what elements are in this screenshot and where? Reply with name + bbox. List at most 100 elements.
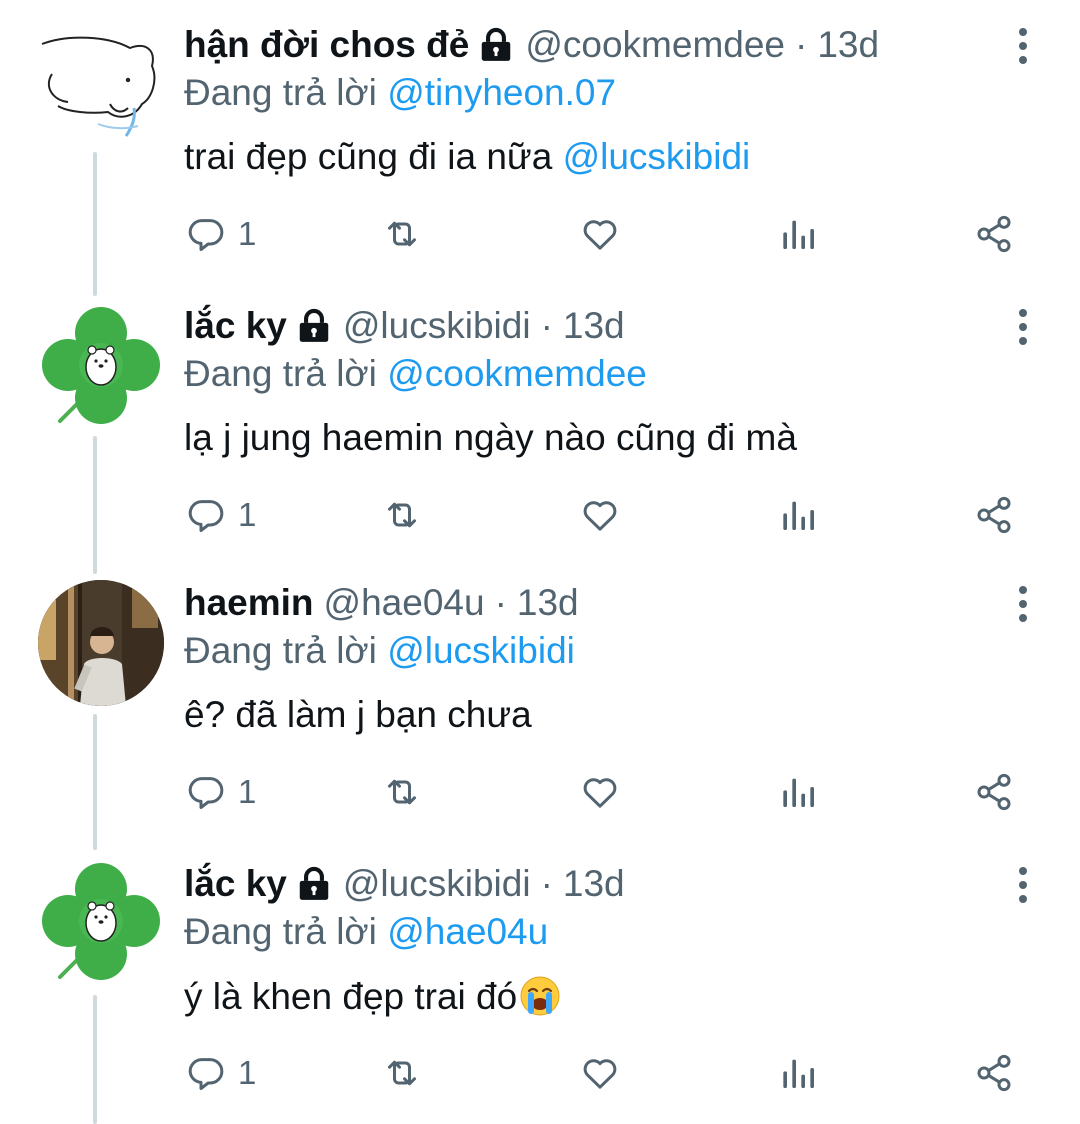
tweet-text-content: ý là khen đẹp trai đó xyxy=(184,976,518,1017)
more-options-icon[interactable] xyxy=(1006,307,1040,347)
retweet-button[interactable] xyxy=(382,1051,422,1095)
share-button[interactable] xyxy=(974,212,1014,256)
retweet-button[interactable] xyxy=(382,493,422,537)
separator: · xyxy=(540,863,553,904)
reply-button[interactable]: 1 xyxy=(186,1051,256,1095)
reply-count: 1 xyxy=(238,496,257,533)
views-button[interactable] xyxy=(778,1051,818,1095)
tweet-text: trai đẹp cũng đi ia nữa @lucskibidi xyxy=(184,136,750,178)
replying-to-label: Đang trả lời xyxy=(184,630,377,671)
replying-to-label: Đang trả lời xyxy=(184,353,377,394)
more-options-icon[interactable] xyxy=(1006,584,1040,624)
replying-to: Đang trả lời @cookmemdee xyxy=(184,353,647,395)
avatar[interactable] xyxy=(38,20,164,146)
timestamp[interactable]: 13d xyxy=(563,863,625,905)
reply-button[interactable]: 1 xyxy=(186,212,256,256)
reply-count: 1 xyxy=(238,1054,257,1091)
replying-to: Đang trả lời @hae04u xyxy=(184,911,548,953)
bar-chart-icon xyxy=(778,495,818,535)
heart-icon xyxy=(580,1053,620,1093)
avatar[interactable] xyxy=(38,303,164,429)
share-icon xyxy=(974,1053,1014,1093)
share-button[interactable] xyxy=(974,493,1014,537)
heart-icon xyxy=(580,495,620,535)
separator: · xyxy=(795,24,808,65)
tweet-text-content: lạ j jung haemin ngày nào cũng đi mà xyxy=(184,417,797,458)
action-bar: 1 xyxy=(186,1051,1026,1095)
like-button[interactable] xyxy=(580,770,620,814)
text-mention-link[interactable]: @lucskibidi xyxy=(563,136,751,177)
tweet[interactable]: haemin @hae04u · 13d Đang trả lời @lucsk… xyxy=(0,558,1080,838)
avatar[interactable] xyxy=(38,580,164,706)
tweet[interactable]: lắc ky @lucskibidi · 13d Đang trả lời @h… xyxy=(0,839,1080,1119)
like-button[interactable] xyxy=(580,1051,620,1095)
retweet-icon xyxy=(382,1053,422,1093)
reply-count: 1 xyxy=(238,773,257,810)
separator: · xyxy=(540,305,553,346)
retweet-icon xyxy=(382,495,422,535)
share-icon xyxy=(974,495,1014,535)
bar-chart-icon xyxy=(778,1053,818,1093)
display-name[interactable]: hận đời chos đẻ xyxy=(184,24,469,66)
timestamp[interactable]: 13d xyxy=(517,582,579,624)
share-icon xyxy=(974,772,1014,812)
views-button[interactable] xyxy=(778,770,818,814)
avatar[interactable] xyxy=(38,859,164,985)
tweet-text: ý là khen đẹp trai đó xyxy=(184,975,561,1018)
timestamp[interactable]: 13d xyxy=(563,305,625,347)
lock-icon xyxy=(295,865,333,903)
tweet-text-content: trai đẹp cũng đi ia nữa xyxy=(184,136,553,177)
share-button[interactable] xyxy=(974,1051,1014,1095)
crying-face-emoji xyxy=(519,975,561,1017)
heart-icon xyxy=(580,214,620,254)
replying-to-label: Đang trả lời xyxy=(184,72,377,113)
user-handle[interactable]: @cookmemdee xyxy=(525,24,785,66)
more-options-icon[interactable] xyxy=(1006,865,1040,905)
display-name[interactable]: lắc ky xyxy=(184,863,287,905)
reply-button[interactable]: 1 xyxy=(186,770,256,814)
views-button[interactable] xyxy=(778,493,818,537)
reply-icon xyxy=(186,772,226,812)
tweet-text: ê? đã làm j bạn chưa xyxy=(184,694,532,736)
user-handle[interactable]: @lucskibidi xyxy=(343,305,531,347)
more-options-icon[interactable] xyxy=(1006,26,1040,66)
separator: · xyxy=(494,582,507,623)
lock-icon xyxy=(295,307,333,345)
replying-to: Đang trả lời @lucskibidi xyxy=(184,630,575,672)
replying-to-mention[interactable]: @cookmemdee xyxy=(387,353,647,394)
tweet-text: lạ j jung haemin ngày nào cũng đi mà xyxy=(184,417,797,459)
reply-icon xyxy=(186,214,226,254)
action-bar: 1 xyxy=(186,212,1026,256)
tweet[interactable]: lắc ky @lucskibidi · 13d Đang trả lời @c… xyxy=(0,281,1080,561)
replying-to-mention[interactable]: @tinyheon.07 xyxy=(387,72,616,113)
reply-button[interactable]: 1 xyxy=(186,493,256,537)
display-name[interactable]: haemin xyxy=(184,582,314,624)
action-bar: 1 xyxy=(186,770,1026,814)
retweet-icon xyxy=(382,772,422,812)
like-button[interactable] xyxy=(580,212,620,256)
tweet-header: hận đời chos đẻ @cookmemdee · 13d xyxy=(184,20,879,70)
tweet-header: lắc ky @lucskibidi · 13d xyxy=(184,301,625,351)
heart-icon xyxy=(580,772,620,812)
retweet-icon xyxy=(382,214,422,254)
display-name[interactable]: lắc ky xyxy=(184,305,287,347)
like-button[interactable] xyxy=(580,493,620,537)
retweet-button[interactable] xyxy=(382,212,422,256)
tweet-text-content: ê? đã làm j bạn chưa xyxy=(184,694,532,735)
user-handle[interactable]: @lucskibidi xyxy=(343,863,531,905)
reply-icon xyxy=(186,1053,226,1093)
reply-count: 1 xyxy=(238,215,257,252)
timestamp[interactable]: 13d xyxy=(817,24,879,66)
reply-icon xyxy=(186,495,226,535)
replying-to-mention[interactable]: @hae04u xyxy=(387,911,548,952)
action-bar: 1 xyxy=(186,493,1026,537)
tweet-header: lắc ky @lucskibidi · 13d xyxy=(184,859,625,909)
user-handle[interactable]: @hae04u xyxy=(324,582,485,624)
share-icon xyxy=(974,214,1014,254)
share-button[interactable] xyxy=(974,770,1014,814)
views-button[interactable] xyxy=(778,212,818,256)
tweet[interactable]: hận đời chos đẻ @cookmemdee · 13d Đang t… xyxy=(0,0,1080,280)
retweet-button[interactable] xyxy=(382,770,422,814)
bar-chart-icon xyxy=(778,772,818,812)
replying-to-mention[interactable]: @lucskibidi xyxy=(387,630,575,671)
